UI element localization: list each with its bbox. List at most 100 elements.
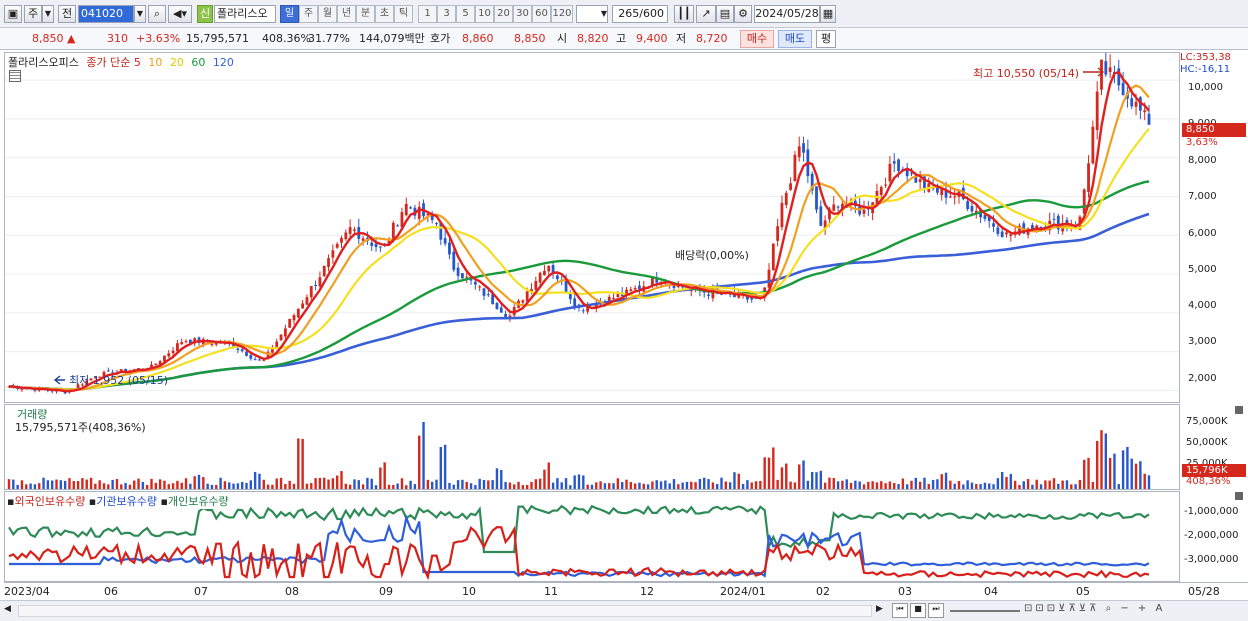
volume-bar [163,480,166,489]
candle-body [253,359,257,361]
volume-bar [888,481,892,489]
period-tick[interactable]: 틱 [394,5,413,23]
volume-chart[interactable] [5,405,1179,489]
candle-body [983,215,987,219]
count-input[interactable]: 265/600 [612,5,668,23]
candle-body [301,303,305,309]
volume-bar [828,477,831,489]
volume-bar [33,484,37,489]
period-week[interactable]: 주 [299,5,318,23]
volume-bar [1005,476,1008,489]
minute-5[interactable]: 5 [456,5,475,23]
candle-body [797,146,801,158]
chevron-down-icon[interactable]: ▼ [42,5,54,23]
maximize-icon[interactable] [1235,406,1243,414]
volume-bar [465,481,468,489]
candle-body [348,227,352,234]
volume-bar [698,478,702,489]
minute-30[interactable]: 30 [513,5,532,23]
volume-bar [271,484,274,489]
volume-bar [655,480,658,489]
period-second[interactable]: 초 [375,5,394,23]
zoom-slider[interactable] [950,610,1020,612]
holding-panel[interactable]: ▪외국인보유수량 ▪기관보유수량 ▪개인보유수량 [4,491,1180,582]
volume-bar [759,480,762,489]
candle-body [258,359,261,361]
minute-60[interactable]: 60 [532,5,551,23]
first-icon[interactable]: ⏮ [892,603,908,618]
eval-button[interactable]: 평 [816,30,836,48]
candle-body [573,298,577,307]
volume-bar [918,481,922,489]
volume-bar [340,471,343,489]
volume-bar [344,483,348,489]
scrollbar-track[interactable] [18,605,872,617]
grid-toggle-icon[interactable] [9,70,21,82]
tool-icons[interactable]: ⊡⊡⊡⊻⊼⊻⊼ ⌕ − + A [1024,603,1244,619]
date-input[interactable]: 2024/05/28 [754,5,820,23]
buy-button[interactable]: 매수 [740,30,774,48]
gear-icon[interactable]: ⚙ [734,5,752,23]
volume-bar [1139,461,1142,489]
price-panel[interactable]: 최고 10,550 (05/14) 최저 1,952 (05/15) 배당락(0… [4,52,1180,403]
minute-1[interactable]: 1 [418,5,437,23]
code-dropdown-icon[interactable]: ▼ [134,5,146,23]
period-month[interactable]: 월 [318,5,337,23]
market-select[interactable]: 주 [24,5,42,23]
volume-bar [517,481,520,489]
candle-type-icon[interactable]: ┃┃ [674,5,694,23]
y-tick-4000: 4,000 [1188,300,1217,311]
volume-bar [461,479,464,489]
save-icon[interactable]: ▤ [716,5,734,23]
high-price: 9,400 [636,32,668,45]
period-year[interactable]: 년 [337,5,356,23]
minute-custom-select[interactable]: ▼ [576,5,608,23]
last-icon[interactable]: ⏭ [928,603,944,618]
draw-tool-icon[interactable]: ↗ [696,5,716,23]
price-chart[interactable]: 최고 10,550 (05/14) 최저 1,952 (05/15) 배당락(0… [5,52,1179,402]
candle-body [1095,91,1099,131]
x-axis: 2023/04 06 07 08 09 10 11 12 2024/01 02 … [4,582,1248,600]
bid-price: 8,860 [462,32,494,45]
volume-bar [867,481,870,489]
candle-body [245,351,248,356]
volume-bar [210,484,214,489]
candle-body [180,342,184,345]
speaker-icon[interactable]: ◀▾ [168,5,192,23]
candle-body [240,349,244,352]
volume-bar [297,438,300,489]
prev-button[interactable]: 전 [58,5,76,23]
calendar-icon[interactable]: ▦ [820,5,836,23]
volume-bar [1143,473,1146,489]
volume-bar [703,477,706,489]
code-input[interactable]: 041020 [78,5,134,23]
minute-20[interactable]: 20 [494,5,513,23]
volume-bar [944,472,948,489]
volume-bar [862,484,866,489]
volume-bar [206,483,209,489]
maximize-icon-2[interactable] [1235,492,1243,500]
sell-button[interactable]: 매도 [778,30,812,48]
volume-bar [478,478,481,489]
window-icon[interactable]: ▣ [4,5,22,23]
volume-bar [387,484,391,489]
candle-body [879,187,883,196]
volume-bar [815,472,818,489]
volume-bar [923,477,926,489]
volume-panel[interactable]: 거래량 15,795,571주(408,36%) [4,404,1180,490]
scroll-right-icon[interactable]: ▶ [876,604,888,618]
search-icon[interactable]: ⌕ [148,5,166,23]
scroll-left-icon[interactable]: ◀ [4,604,16,618]
volume-bar [677,484,680,489]
volume-bar [16,484,19,489]
period-day[interactable]: 일 [280,5,299,23]
minute-10[interactable]: 10 [475,5,494,23]
volume-bar [348,484,352,489]
minute-120[interactable]: 120 [551,5,573,23]
x-tick: 2024/01 [720,585,766,598]
y-tick-7000: 7,000 [1188,191,1217,202]
stop-icon[interactable]: ■ [910,603,926,618]
minute-3[interactable]: 3 [437,5,456,23]
period-minute[interactable]: 분 [356,5,375,23]
volume-bar [590,484,594,489]
